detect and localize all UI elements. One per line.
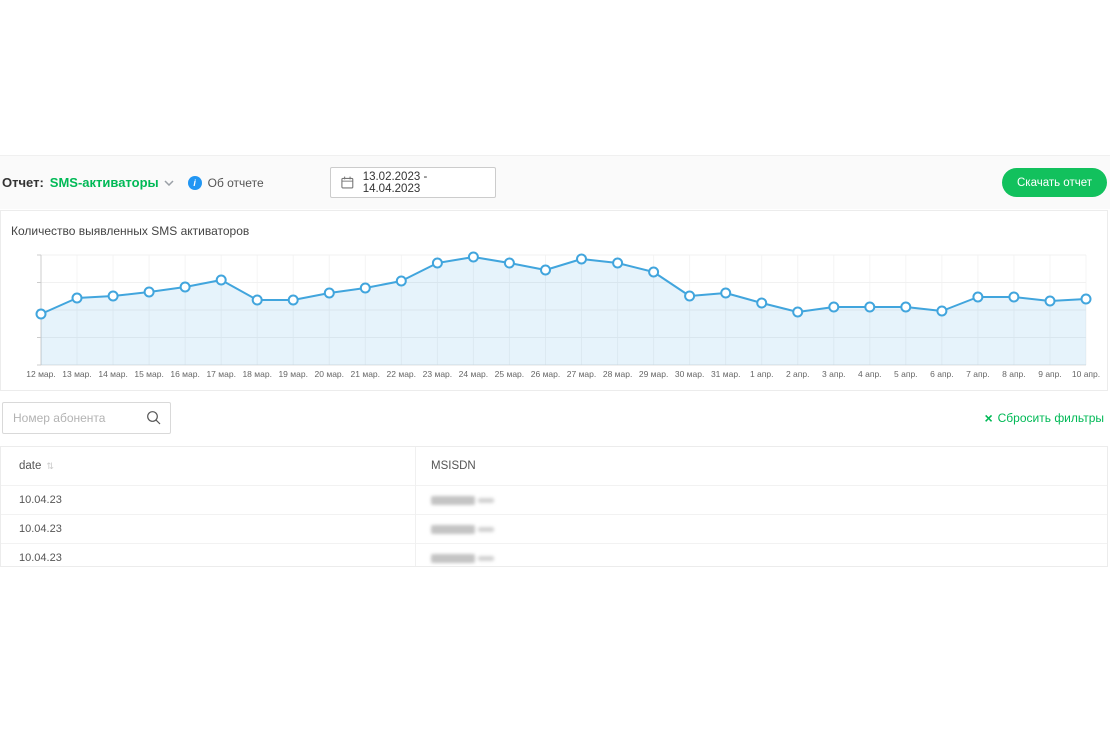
svg-text:9 апр.: 9 апр. bbox=[1038, 369, 1062, 379]
svg-text:31 мар.: 31 мар. bbox=[711, 369, 740, 379]
svg-text:20 мар.: 20 мар. bbox=[315, 369, 344, 379]
column-header-msisdn: MSISDN bbox=[415, 460, 476, 472]
svg-text:16 мар.: 16 мар. bbox=[170, 369, 199, 379]
svg-text:28 мар.: 28 мар. bbox=[603, 369, 632, 379]
date-range-picker[interactable]: 13.02.2023 - 14.04.2023 bbox=[330, 167, 496, 198]
reset-filters-label: Сбросить фильтры bbox=[998, 411, 1104, 425]
msisdn-redacted-value bbox=[431, 496, 494, 505]
date-cell: 10.04.23 bbox=[1, 494, 415, 506]
subscriber-number-input[interactable] bbox=[3, 411, 138, 425]
date-cell: 10.04.23 bbox=[1, 552, 415, 564]
download-report-button[interactable]: Скачать отчет bbox=[1002, 168, 1107, 197]
svg-text:3 апр.: 3 апр. bbox=[822, 369, 846, 379]
msisdn-redacted-value bbox=[431, 525, 494, 534]
svg-text:2 апр.: 2 апр. bbox=[786, 369, 810, 379]
svg-text:8 апр.: 8 апр. bbox=[1002, 369, 1026, 379]
subscriber-search-box bbox=[2, 402, 171, 434]
search-button[interactable] bbox=[138, 403, 170, 433]
sort-icon: ⇅ bbox=[46, 461, 54, 472]
svg-text:29 мар.: 29 мар. bbox=[639, 369, 668, 379]
table-row: 10.04.23 bbox=[1, 514, 1107, 543]
msisdn-cell bbox=[415, 496, 494, 505]
results-table: date ⇅ MSISDN 10.04.23 10.04.23 10.04.23 bbox=[0, 446, 1108, 567]
chart-card: Количество выявленных SMS активаторов 12… bbox=[0, 210, 1108, 391]
svg-text:23 мар.: 23 мар. bbox=[423, 369, 452, 379]
report-label: Отчет: bbox=[2, 175, 44, 190]
msisdn-cell bbox=[415, 554, 494, 563]
svg-text:30 мар.: 30 мар. bbox=[675, 369, 704, 379]
date-range-value: 13.02.2023 - 14.04.2023 bbox=[363, 171, 485, 195]
svg-text:4 апр.: 4 апр. bbox=[858, 369, 882, 379]
report-type-dropdown[interactable]: SMS-активаторы bbox=[50, 175, 174, 190]
msisdn-cell bbox=[415, 525, 494, 534]
search-icon bbox=[146, 410, 162, 426]
svg-text:26 мар.: 26 мар. bbox=[531, 369, 560, 379]
svg-text:13 мар.: 13 мар. bbox=[62, 369, 91, 379]
info-icon: i bbox=[188, 176, 202, 190]
svg-text:15 мар.: 15 мар. bbox=[134, 369, 163, 379]
report-selector-group: Отчет: SMS-активаторы i Об отчете bbox=[2, 156, 264, 209]
report-toolbar: Отчет: SMS-активаторы i Об отчете 13.02.… bbox=[0, 155, 1110, 209]
reset-filters-link[interactable]: × Сбросить фильтры bbox=[984, 411, 1104, 425]
sms-activators-chart: 12 мар. 13 мар. 14 мар. 15 мар. 16 мар. 17 ма… bbox=[1, 211, 1107, 388]
svg-text:19 мар.: 19 мар. bbox=[278, 369, 307, 379]
column-divider bbox=[415, 447, 416, 566]
svg-text:21 мар.: 21 мар. bbox=[351, 369, 380, 379]
svg-text:22 мар.: 22 мар. bbox=[387, 369, 416, 379]
column-header-date[interactable]: date ⇅ bbox=[1, 460, 415, 472]
svg-text:1 апр.: 1 апр. bbox=[750, 369, 774, 379]
close-icon: × bbox=[984, 411, 992, 425]
calendar-icon bbox=[341, 176, 354, 189]
date-column-label: date bbox=[19, 460, 41, 472]
svg-text:5 апр.: 5 апр. bbox=[894, 369, 918, 379]
svg-text:12 мар.: 12 мар. bbox=[26, 369, 55, 379]
svg-text:24 мар.: 24 мар. bbox=[459, 369, 488, 379]
svg-text:25 мар.: 25 мар. bbox=[495, 369, 524, 379]
svg-text:18 мар.: 18 мар. bbox=[242, 369, 271, 379]
msisdn-redacted-value bbox=[431, 554, 494, 563]
svg-text:10 апр.: 10 апр. bbox=[1072, 369, 1100, 379]
svg-text:14 мар.: 14 мар. bbox=[98, 369, 127, 379]
about-report-label: Об отчете bbox=[208, 176, 264, 190]
chevron-down-icon bbox=[164, 180, 174, 186]
svg-text:6 апр.: 6 апр. bbox=[930, 369, 954, 379]
svg-text:27 мар.: 27 мар. bbox=[567, 369, 596, 379]
date-cell: 10.04.23 bbox=[1, 523, 415, 535]
table-row: 10.04.23 bbox=[1, 543, 1107, 567]
svg-text:17 мар.: 17 мар. bbox=[206, 369, 235, 379]
svg-text:7 апр.: 7 апр. bbox=[966, 369, 990, 379]
report-type-value: SMS-активаторы bbox=[50, 175, 159, 190]
about-report-link[interactable]: i Об отчете bbox=[188, 176, 264, 190]
table-header-row: date ⇅ MSISDN bbox=[1, 447, 1107, 485]
table-row: 10.04.23 bbox=[1, 485, 1107, 514]
